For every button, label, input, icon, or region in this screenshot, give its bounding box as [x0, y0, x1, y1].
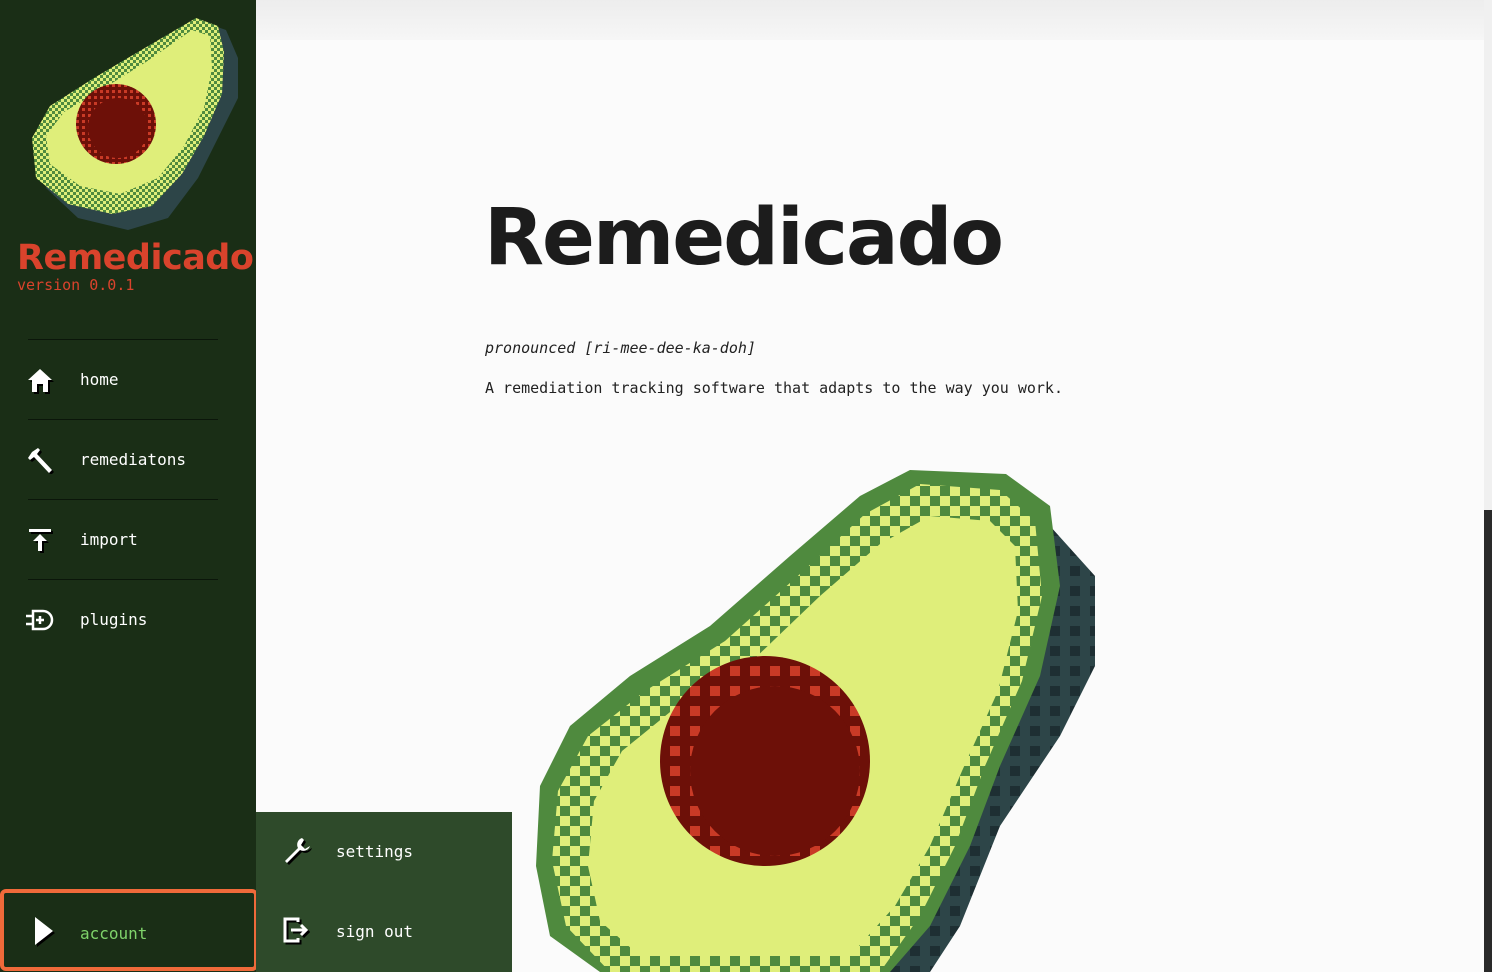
sidebar-nav: home remediatons import plugins: [0, 339, 256, 660]
app-version: version 0.0.1: [17, 276, 135, 294]
account-menu: settings sign out: [256, 812, 512, 972]
hammer-icon: [28, 448, 54, 474]
plugin-icon: [26, 609, 54, 631]
sign-out-label: sign out: [336, 922, 414, 941]
sidebar: Remedicado version 0.0.1 home remediaton…: [0, 0, 258, 972]
sidebar-item-plugins[interactable]: plugins: [0, 579, 256, 660]
app-brand-name: Remedicado: [17, 238, 254, 278]
sidebar-item-label: home: [80, 370, 119, 389]
settings-menu-item[interactable]: settings: [256, 812, 512, 892]
settings-label: settings: [336, 842, 414, 861]
account-label: account: [80, 924, 148, 943]
sidebar-item-label: remediatons: [80, 450, 186, 469]
avocado-logo-icon: [32, 18, 238, 230]
avocado-hero-icon: [536, 470, 1095, 972]
scrollbar-thumb[interactable]: [1484, 510, 1492, 972]
sidebar-item-home[interactable]: home: [0, 339, 256, 420]
sidebar-item-import[interactable]: import: [0, 499, 256, 580]
upload-icon: [29, 529, 53, 553]
sidebar-item-label: import: [80, 530, 138, 549]
account-button[interactable]: account: [0, 889, 258, 971]
sidebar-item-remediations[interactable]: remediatons: [0, 419, 256, 500]
sidebar-item-label: plugins: [80, 610, 148, 629]
sign-out-menu-item[interactable]: sign out: [256, 892, 512, 972]
top-bar: [256, 0, 1484, 40]
play-arrow-icon: [35, 917, 55, 947]
tagline-text: A remediation tracking software that ada…: [485, 379, 1063, 397]
home-icon: [28, 369, 54, 394]
pronunciation-text: pronounced [ri-mee-dee-ka-doh]: [485, 339, 756, 357]
wrench-icon: [285, 838, 312, 865]
page-title: Remedicado: [484, 193, 1004, 283]
sign-out-icon: [283, 917, 311, 945]
